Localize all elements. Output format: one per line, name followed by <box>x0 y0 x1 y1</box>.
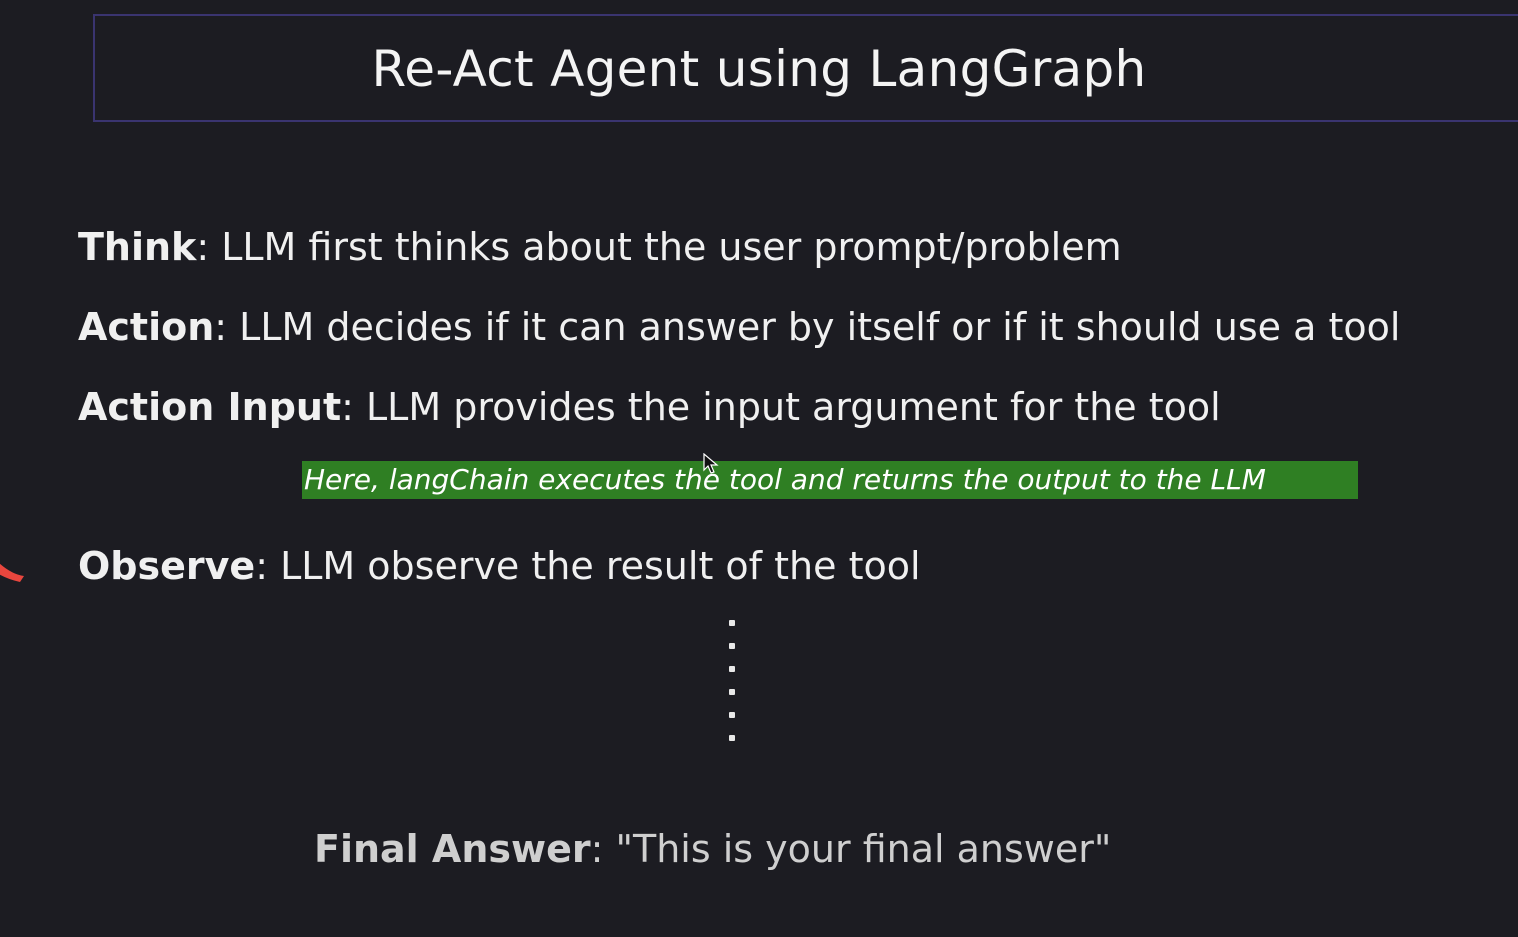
step-action-text: : LLM decides if it can answer by itself… <box>214 305 1401 349</box>
final-answer-keyword: Final Answer <box>314 827 591 871</box>
step-action: Action: LLM decides if it can answer by … <box>78 302 1400 352</box>
dot <box>729 666 735 672</box>
dot <box>729 712 735 718</box>
step-observe-keyword: Observe <box>78 544 256 588</box>
dot <box>729 643 735 649</box>
dot <box>729 620 735 626</box>
dot <box>729 689 735 695</box>
step-observe: Observe: LLM observe the result of the t… <box>78 541 921 591</box>
dot <box>729 735 735 741</box>
step-action-input-keyword: Action Input <box>78 385 342 429</box>
final-answer-text: : "This is your final answer" <box>590 827 1112 871</box>
tool-execution-note: Here, langChain executes the tool and re… <box>302 461 1358 499</box>
step-think-text: : LLM first thinks about the user prompt… <box>196 225 1122 269</box>
step-action-input: Action Input: LLM provides the input arg… <box>78 382 1221 432</box>
step-think-keyword: Think <box>78 225 197 269</box>
step-think: Think: LLM first thinks about the user p… <box>78 222 1122 272</box>
slide-title: Re-Act Agent using LangGraph <box>371 40 1147 98</box>
mouse-pointer-icon <box>703 453 719 474</box>
final-answer: Final Answer: "This is your final answer… <box>314 824 1111 874</box>
loop-arrow-bottom-icon <box>0 563 24 582</box>
step-observe-text: : LLM observe the result of the tool <box>255 544 921 588</box>
step-action-keyword: Action <box>78 305 215 349</box>
vertical-dots-icon <box>729 620 737 758</box>
step-action-input-text: : LLM provides the input argument for th… <box>341 385 1221 429</box>
loop-arrow-top-icon <box>0 300 16 370</box>
